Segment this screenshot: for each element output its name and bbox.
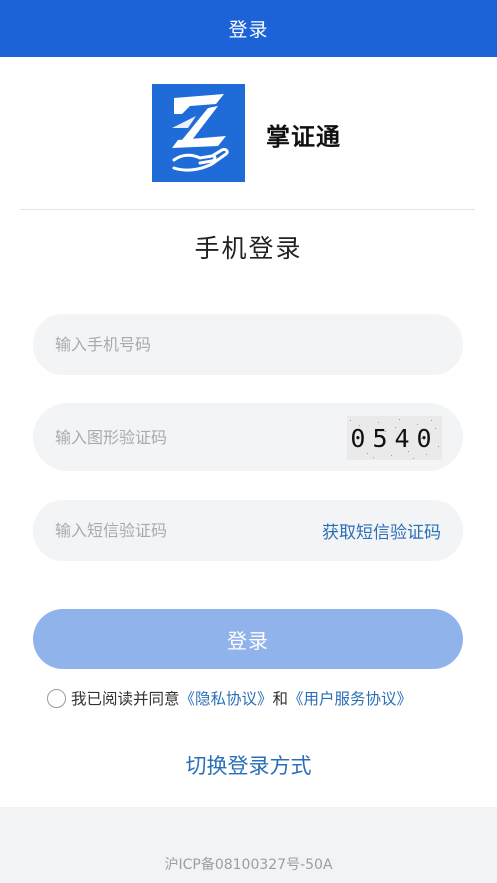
terms-of-service-link[interactable]: 《用户服务协议》 (288, 687, 412, 709)
switch-login-method-link[interactable]: 切换登录方式 (186, 754, 312, 778)
sms-code-input[interactable] (55, 510, 315, 551)
icp-record: 沪ICP备08100327号-50A (164, 857, 333, 873)
phone-field[interactable] (33, 314, 463, 375)
agreement-and: 和 (272, 690, 289, 708)
page-header-title: 登录 (228, 19, 269, 41)
hand-z-logo-icon (152, 84, 245, 182)
phone-input[interactable] (55, 324, 315, 365)
page-title: 手机登录 (194, 234, 303, 263)
top-bar: 登录 (0, 0, 497, 57)
sms-field[interactable]: 获取短信验证码 (33, 500, 463, 561)
switch-login-row: 切换登录方式 (0, 750, 497, 780)
agreement-row: 我已阅读并同意 《隐私协议》 和 《用户服务协议》 (47, 687, 412, 709)
login-button[interactable]: 登录 (33, 609, 463, 669)
privacy-policy-link[interactable]: 《隐私协议》 (180, 687, 273, 709)
agreement-prefix: 我已阅读并同意 (71, 690, 180, 708)
captcha-image[interactable]: 0540 (347, 416, 442, 460)
captcha-field[interactable]: 0540 (33, 403, 463, 471)
divider (20, 209, 475, 210)
agreement-checkbox[interactable] (47, 688, 66, 708)
app-name: 掌证通 (266, 123, 341, 151)
captcha-code: 0540 (350, 423, 439, 453)
brand-row: 掌证通 (0, 84, 497, 184)
get-sms-code-button[interactable]: 获取短信验证码 (322, 518, 441, 543)
footer: 沪ICP备08100327号-50A (0, 807, 497, 883)
captcha-input[interactable] (55, 417, 315, 457)
